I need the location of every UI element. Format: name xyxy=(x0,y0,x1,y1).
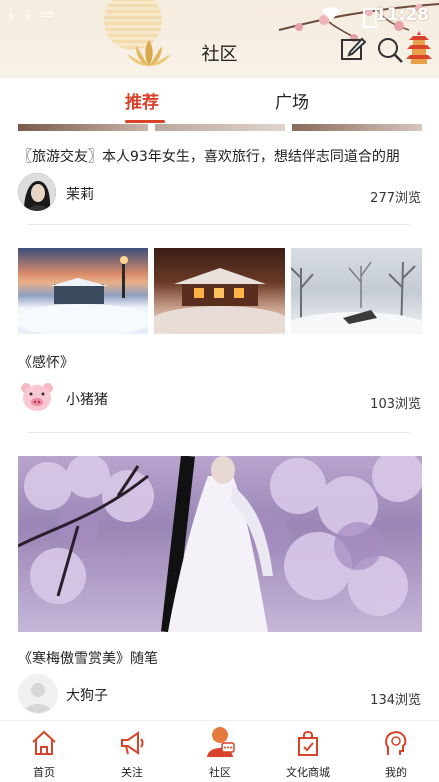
nav-label: 文化商城 xyxy=(286,766,330,779)
avatar[interactable] xyxy=(18,674,58,714)
tab-square[interactable]: 广场 xyxy=(275,88,309,113)
nav-follow[interactable]: 关注 xyxy=(88,721,176,782)
post-views: 277浏览 xyxy=(370,191,421,206)
pagoda-icon[interactable] xyxy=(405,30,433,64)
nav-label: 我的 xyxy=(385,766,407,779)
avatar[interactable] xyxy=(18,173,56,211)
divider xyxy=(28,432,410,433)
bottom-nav: 首页 关注 社区 文化商城 我的 xyxy=(0,720,439,782)
avatar[interactable] xyxy=(18,378,56,416)
megaphone-icon xyxy=(121,731,144,755)
post-views: 134浏览 xyxy=(370,693,421,708)
nav-community[interactable]: 社区 xyxy=(176,721,264,782)
notification-icon: ▭ xyxy=(40,6,54,22)
wifi-icon xyxy=(322,7,340,21)
post-image-partial[interactable] xyxy=(292,124,422,131)
post-author[interactable]: 茉莉 xyxy=(66,184,94,204)
nav-label: 关注 xyxy=(121,766,143,779)
edit-icon[interactable] xyxy=(340,36,366,62)
nav-profile[interactable]: 我的 xyxy=(352,721,439,782)
profile-icon xyxy=(385,731,407,755)
post-title[interactable]: 《寒梅傲雪赏美》随笔 xyxy=(18,648,158,668)
nav-label: 首页 xyxy=(33,766,55,779)
post-image[interactable] xyxy=(150,248,290,338)
tab-bar: 推荐 广场 xyxy=(0,78,439,124)
nav-label: 社区 xyxy=(209,766,231,779)
nav-shop[interactable]: 文化商城 xyxy=(264,721,352,782)
page-title: 社区 xyxy=(201,44,238,65)
search-icon[interactable] xyxy=(376,36,404,64)
post-author[interactable]: 大狗子 xyxy=(66,685,108,705)
post-author[interactable]: 小猪猪 xyxy=(66,389,108,409)
post-image-partial[interactable] xyxy=(155,124,285,131)
post-views: 103浏览 xyxy=(370,397,421,412)
status-icons: ⤓ ⤓ ▭ xyxy=(8,6,54,22)
tab-active-indicator xyxy=(125,120,165,123)
post-feed[interactable]: 〖旅游交友〗本人93年女生，喜欢旅行，想结伴志同道合的朋 茉莉 277浏览 《感… xyxy=(0,124,439,720)
divider xyxy=(28,224,410,225)
nav-home[interactable]: 首页 xyxy=(0,721,88,782)
post-image[interactable] xyxy=(286,248,426,340)
post-image[interactable] xyxy=(18,456,422,632)
post-image-partial[interactable] xyxy=(18,124,148,131)
post-image[interactable] xyxy=(13,248,153,336)
shopping-bag-icon xyxy=(298,731,318,756)
post-title[interactable]: 《感怀》 xyxy=(18,352,74,372)
download-icon: ⤓ xyxy=(24,6,31,22)
tab-recommended[interactable]: 推荐 xyxy=(125,88,159,113)
download-icon: ⤓ xyxy=(8,6,15,22)
community-icon xyxy=(207,727,235,757)
app-header: ⤓ ⤓ ▭ 11:28 社区 xyxy=(0,0,439,78)
status-time: 11:28 xyxy=(374,5,429,25)
post-title[interactable]: 〖旅游交友〗本人93年女生，喜欢旅行，想结伴志同道合的朋 xyxy=(18,146,400,166)
home-icon xyxy=(32,730,56,755)
